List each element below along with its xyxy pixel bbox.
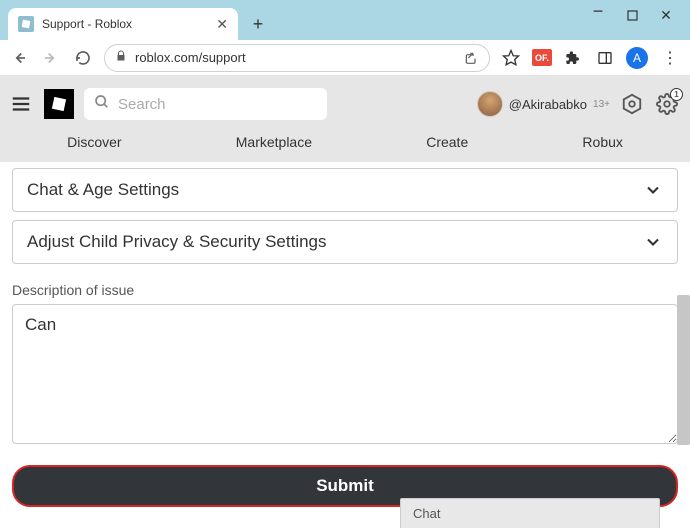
- share-icon[interactable]: [463, 50, 479, 66]
- search-input[interactable]: [118, 96, 317, 113]
- address-bar[interactable]: roblox.com/support: [104, 44, 490, 72]
- description-label: Description of issue: [12, 282, 678, 298]
- extensions-icon[interactable]: [562, 47, 584, 69]
- close-tab-icon[interactable]: ✕: [216, 16, 228, 33]
- search-box[interactable]: [84, 88, 327, 120]
- url-text: roblox.com/support: [135, 50, 455, 65]
- close-window-icon[interactable]: ✕: [658, 7, 674, 24]
- profile-avatar[interactable]: A: [626, 47, 648, 69]
- favicon-icon: [18, 16, 34, 32]
- extension-badge[interactable]: OF.: [532, 49, 552, 66]
- accordion-privacy-security[interactable]: Adjust Child Privacy & Security Settings: [12, 220, 678, 264]
- tab-title: Support - Roblox: [42, 17, 208, 31]
- sidepanel-icon[interactable]: [594, 47, 616, 69]
- accordion-label: Adjust Child Privacy & Security Settings: [27, 232, 327, 252]
- chevron-down-icon: [643, 180, 663, 200]
- browser-tab[interactable]: Support - Roblox ✕: [8, 8, 238, 40]
- age-badge: 13+: [593, 99, 610, 110]
- back-button[interactable]: [8, 47, 30, 69]
- settings-icon[interactable]: 1: [654, 91, 680, 117]
- minimize-icon[interactable]: −: [590, 1, 606, 22]
- new-tab-button[interactable]: +: [244, 10, 272, 38]
- hamburger-icon[interactable]: [10, 93, 34, 115]
- bookmark-icon[interactable]: [500, 47, 522, 69]
- robux-icon[interactable]: [620, 92, 644, 116]
- chat-widget[interactable]: Chat: [400, 498, 660, 528]
- chat-label: Chat: [413, 506, 440, 521]
- accordion-label: Chat & Age Settings: [27, 180, 179, 200]
- maximize-icon[interactable]: [624, 10, 640, 21]
- lock-icon: [115, 50, 127, 65]
- reload-button[interactable]: [72, 47, 94, 69]
- accordion-chat-age[interactable]: Chat & Age Settings: [12, 168, 678, 212]
- chevron-down-icon: [643, 232, 663, 252]
- nav-robux[interactable]: Robux: [582, 134, 622, 150]
- username: @Akirababko: [509, 97, 587, 112]
- settings-badge: 1: [670, 88, 683, 101]
- nav-discover[interactable]: Discover: [67, 134, 121, 150]
- scrollbar[interactable]: [677, 295, 690, 445]
- user-avatar[interactable]: [477, 91, 503, 117]
- nav-marketplace[interactable]: Marketplace: [236, 134, 312, 150]
- roblox-logo[interactable]: [44, 89, 74, 119]
- search-icon: [94, 94, 110, 115]
- description-textarea[interactable]: [12, 304, 678, 444]
- menu-icon[interactable]: ⋮: [658, 48, 682, 68]
- forward-button[interactable]: [40, 47, 62, 69]
- nav-create[interactable]: Create: [426, 134, 468, 150]
